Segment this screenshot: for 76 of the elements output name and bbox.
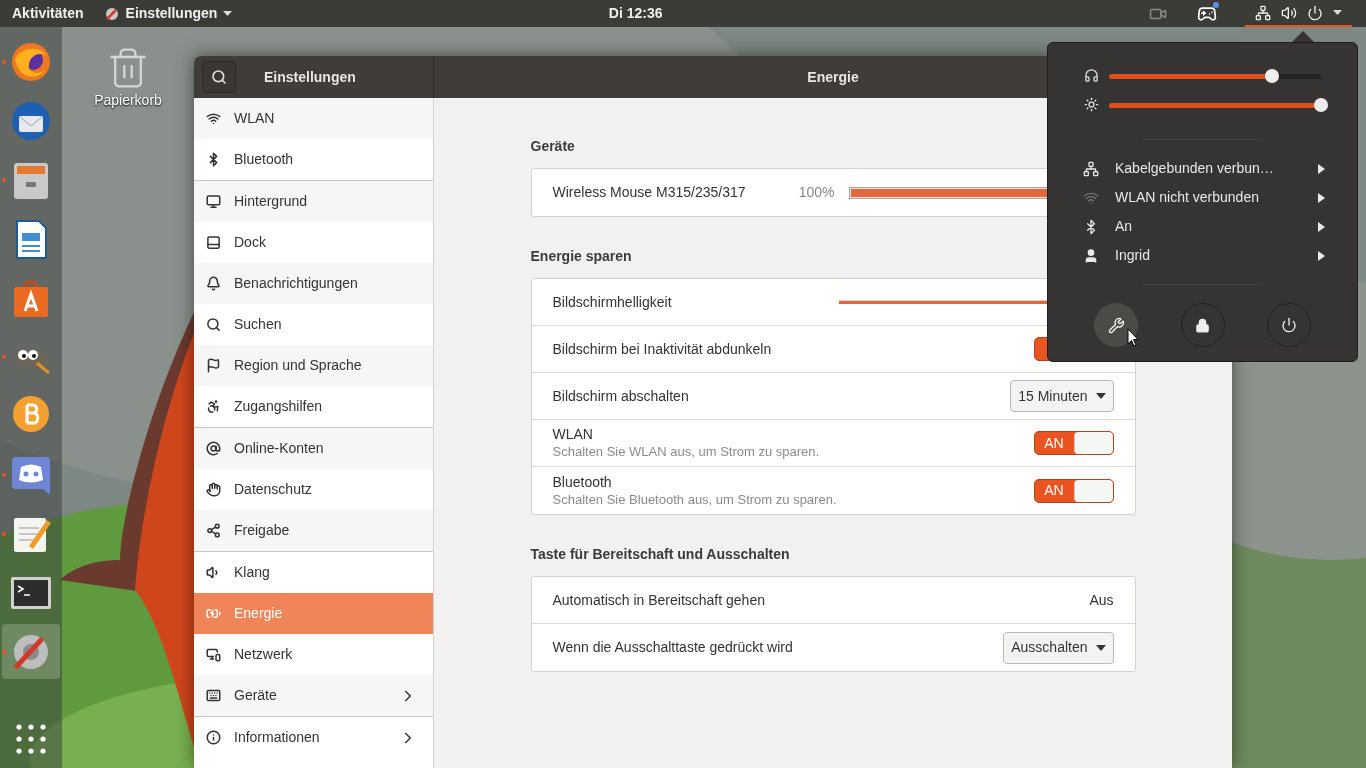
slider-thumb[interactable] xyxy=(1314,97,1328,112)
caret-icon xyxy=(223,11,233,16)
caret-icon xyxy=(1095,644,1106,651)
network-icon xyxy=(1255,4,1271,21)
battery-plug-icon xyxy=(206,606,221,621)
dropdown-button[interactable]: Ausschalten xyxy=(1003,631,1114,664)
search-button[interactable] xyxy=(202,61,236,93)
sidebar-item[interactable]: Geräte xyxy=(194,675,433,716)
headphones-icon xyxy=(1084,68,1099,83)
setting-label: WLAN xyxy=(552,426,594,443)
toggle-switch[interactable]: AN xyxy=(1033,478,1114,503)
activities-button[interactable]: Aktivitäten xyxy=(0,3,104,24)
setting-label: Bildschirm bei Inaktivität abdunkeln xyxy=(552,340,772,358)
app-grid-icon[interactable] xyxy=(16,724,46,754)
setting-value: Aus xyxy=(1089,590,1114,610)
toggle-switch[interactable]: AN xyxy=(1033,431,1114,455)
mouse-pointer-icon xyxy=(1127,328,1139,347)
menu-item[interactable]: An xyxy=(1048,212,1357,241)
caret-icon xyxy=(1095,393,1106,399)
accessibility-icon xyxy=(206,399,221,414)
brightness-icon xyxy=(1084,97,1099,112)
volume-icon xyxy=(1281,4,1297,21)
round-action-button[interactable] xyxy=(1094,303,1138,347)
submenu-arrow-icon xyxy=(1318,221,1325,232)
gear-icon xyxy=(103,5,120,22)
toggle-label: AN xyxy=(1044,481,1064,500)
search-icon xyxy=(211,69,227,85)
section-heading: Geräte xyxy=(530,137,575,156)
submenu-arrow-icon xyxy=(1318,192,1325,203)
menu-item[interactable]: Kabelgebunden verbun… xyxy=(1048,154,1357,183)
sidebar-item[interactable]: Freigabe xyxy=(194,510,433,551)
hand-icon xyxy=(206,482,221,497)
slider-thumb[interactable] xyxy=(1264,68,1279,83)
page-title: Energie xyxy=(807,67,859,87)
power-icon xyxy=(1281,317,1297,333)
battery-percentage: 100% xyxy=(798,183,835,202)
setting-label: Bildschirmhelligkeit xyxy=(552,293,672,311)
brightness-slider[interactable] xyxy=(1109,97,1328,112)
submenu-arrow-icon xyxy=(1318,250,1325,261)
setting-label: Automatisch in Bereitschaft gehen xyxy=(552,591,765,609)
computers-icon xyxy=(206,647,221,662)
setting-description: Schalten Sie WLAN aus, um Strom zu sparen. xyxy=(552,443,820,460)
search-icon xyxy=(206,317,221,332)
clock[interactable]: Di 12:36 xyxy=(608,3,663,24)
section-heading: Energie sparen xyxy=(530,247,632,266)
setting-label: Wireless Mouse M315/235/317 xyxy=(552,184,746,201)
share-icon xyxy=(206,523,221,538)
info-icon xyxy=(206,730,221,745)
dock-icon xyxy=(206,235,221,250)
setting-label: Bluetooth xyxy=(552,473,613,491)
sidebar-item[interactable]: WLAN xyxy=(194,98,433,139)
setting-label: Wenn die Ausschalttaste gedrückt wird xyxy=(552,639,793,656)
dropdown-button[interactable]: 15 Minuten xyxy=(1010,380,1114,412)
power-icon xyxy=(1307,4,1323,21)
setting-label: Bildschirm abschalten xyxy=(552,387,689,405)
tools-icon xyxy=(1107,316,1125,334)
flag-icon xyxy=(206,358,221,373)
keyboard-icon xyxy=(206,688,221,703)
section-heading: Taste für Bereitschaft und Ausschalten xyxy=(530,545,790,564)
setting-description: Schalten Sie Bluetooth aus, um Strom zu sparen. xyxy=(552,490,837,508)
monitor-icon xyxy=(206,194,221,209)
sidebar-item[interactable]: Region und Sprache xyxy=(194,345,433,386)
menu-item[interactable]: WLAN nicht verbunden xyxy=(1048,183,1357,212)
bell-icon xyxy=(206,276,221,291)
toggle-label: AN xyxy=(1044,433,1064,453)
at-sign-icon xyxy=(206,441,221,456)
menu-item[interactable]: Ingrid xyxy=(1048,241,1357,270)
app-menu[interactable]: Einstellungen xyxy=(103,3,233,24)
submenu-arrow-icon xyxy=(1318,163,1325,174)
lock-icon xyxy=(1195,317,1210,333)
sidebar-item[interactable]: Benachrichtigungen xyxy=(194,263,433,304)
sidebar-title: Einstellungen xyxy=(264,67,356,87)
wifi-icon xyxy=(206,111,221,126)
sidebar-item[interactable]: Online-Konten xyxy=(194,428,433,469)
sidebar-item[interactable]: Hintergrund xyxy=(194,181,433,222)
caret-icon xyxy=(1333,10,1342,15)
